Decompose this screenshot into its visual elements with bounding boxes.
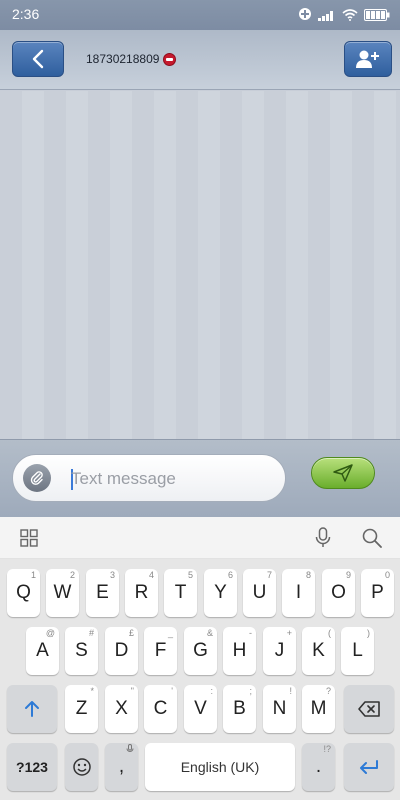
key-b[interactable]: B; — [223, 685, 256, 733]
emoji-key[interactable] — [65, 743, 98, 791]
key-t[interactable]: T5 — [164, 569, 197, 617]
comma-key[interactable]: , — [105, 743, 138, 791]
battery-icon — [364, 8, 390, 26]
contact-number: 18730218809 — [86, 52, 160, 66]
key-g[interactable]: G & — [184, 627, 217, 675]
space-key[interactable]: English (UK) — [145, 743, 295, 791]
message-field[interactable] — [12, 454, 286, 502]
enter-key[interactable] — [344, 743, 394, 791]
attach-button[interactable] — [23, 464, 51, 492]
key-q[interactable]: Q1 — [7, 569, 40, 617]
data-saver-icon — [298, 7, 312, 26]
key-x[interactable]: X " — [105, 685, 138, 733]
key-y[interactable]: Y6 — [204, 569, 237, 617]
contact-info[interactable]: 18730218809 — [86, 52, 177, 66]
back-button[interactable] — [12, 41, 64, 77]
shift-key[interactable] — [7, 685, 57, 733]
key-j[interactable]: J + — [263, 627, 296, 675]
chevron-left-icon — [32, 49, 44, 69]
send-button[interactable] — [311, 457, 375, 489]
key-u[interactable]: U7 — [243, 569, 276, 617]
mic-hint-icon — [126, 744, 134, 756]
period-key[interactable]: .!? — [302, 743, 335, 791]
conversation-header: 18730218809 — [0, 30, 400, 90]
key-k[interactable]: K( — [302, 627, 335, 675]
microphone-icon[interactable] — [314, 527, 332, 554]
key-v[interactable]: V: — [184, 685, 217, 733]
symbols-key[interactable]: ?123 — [7, 743, 57, 791]
key-l[interactable]: L) — [341, 627, 374, 675]
key-n[interactable]: N! — [263, 685, 296, 733]
key-z[interactable]: Z * — [65, 685, 98, 733]
key-s[interactable]: S # — [65, 627, 98, 675]
backspace-icon — [358, 701, 380, 717]
key-m[interactable]: M? — [302, 685, 335, 733]
search-icon[interactable] — [361, 527, 383, 554]
key-f[interactable]: F _ — [144, 627, 177, 675]
smiley-icon — [72, 758, 91, 776]
signal-icon — [318, 8, 336, 26]
paperclip-icon — [30, 471, 43, 485]
key-d[interactable]: D £ — [105, 627, 138, 675]
key-r[interactable]: R4 — [125, 569, 158, 617]
key-h[interactable]: H- — [223, 627, 256, 675]
shift-arrow-icon — [25, 701, 39, 717]
status-icons — [298, 7, 390, 26]
grid-menu-icon[interactable] — [20, 529, 38, 552]
wifi-icon — [342, 8, 358, 26]
enter-arrow-icon — [360, 760, 378, 774]
message-input[interactable] — [71, 465, 271, 493]
key-p[interactable]: P0 — [361, 569, 394, 617]
key-w[interactable]: W2 — [46, 569, 79, 617]
key-o[interactable]: O9 — [322, 569, 355, 617]
key-i[interactable]: I8 — [282, 569, 315, 617]
blocked-icon — [163, 52, 177, 66]
send-icon — [333, 464, 353, 482]
keyboard: Q1 W2 E3 R4 T5 Y6 U7 I8 O9 P0 A @ S # D £ F… — [0, 559, 400, 800]
key-e[interactable]: E3 — [86, 569, 119, 617]
key-c[interactable]: C ' — [144, 685, 177, 733]
status-bar: 2:36 — [0, 0, 400, 30]
compose-bar — [0, 439, 400, 517]
keyboard-toolbar — [0, 517, 400, 559]
key-a[interactable]: A @ — [26, 627, 59, 675]
backspace-key[interactable] — [344, 685, 394, 733]
add-contact-button[interactable] — [344, 41, 392, 77]
add-person-icon — [356, 50, 379, 68]
conversation-area[interactable] — [0, 91, 400, 439]
status-time: 2:36 — [12, 6, 40, 22]
